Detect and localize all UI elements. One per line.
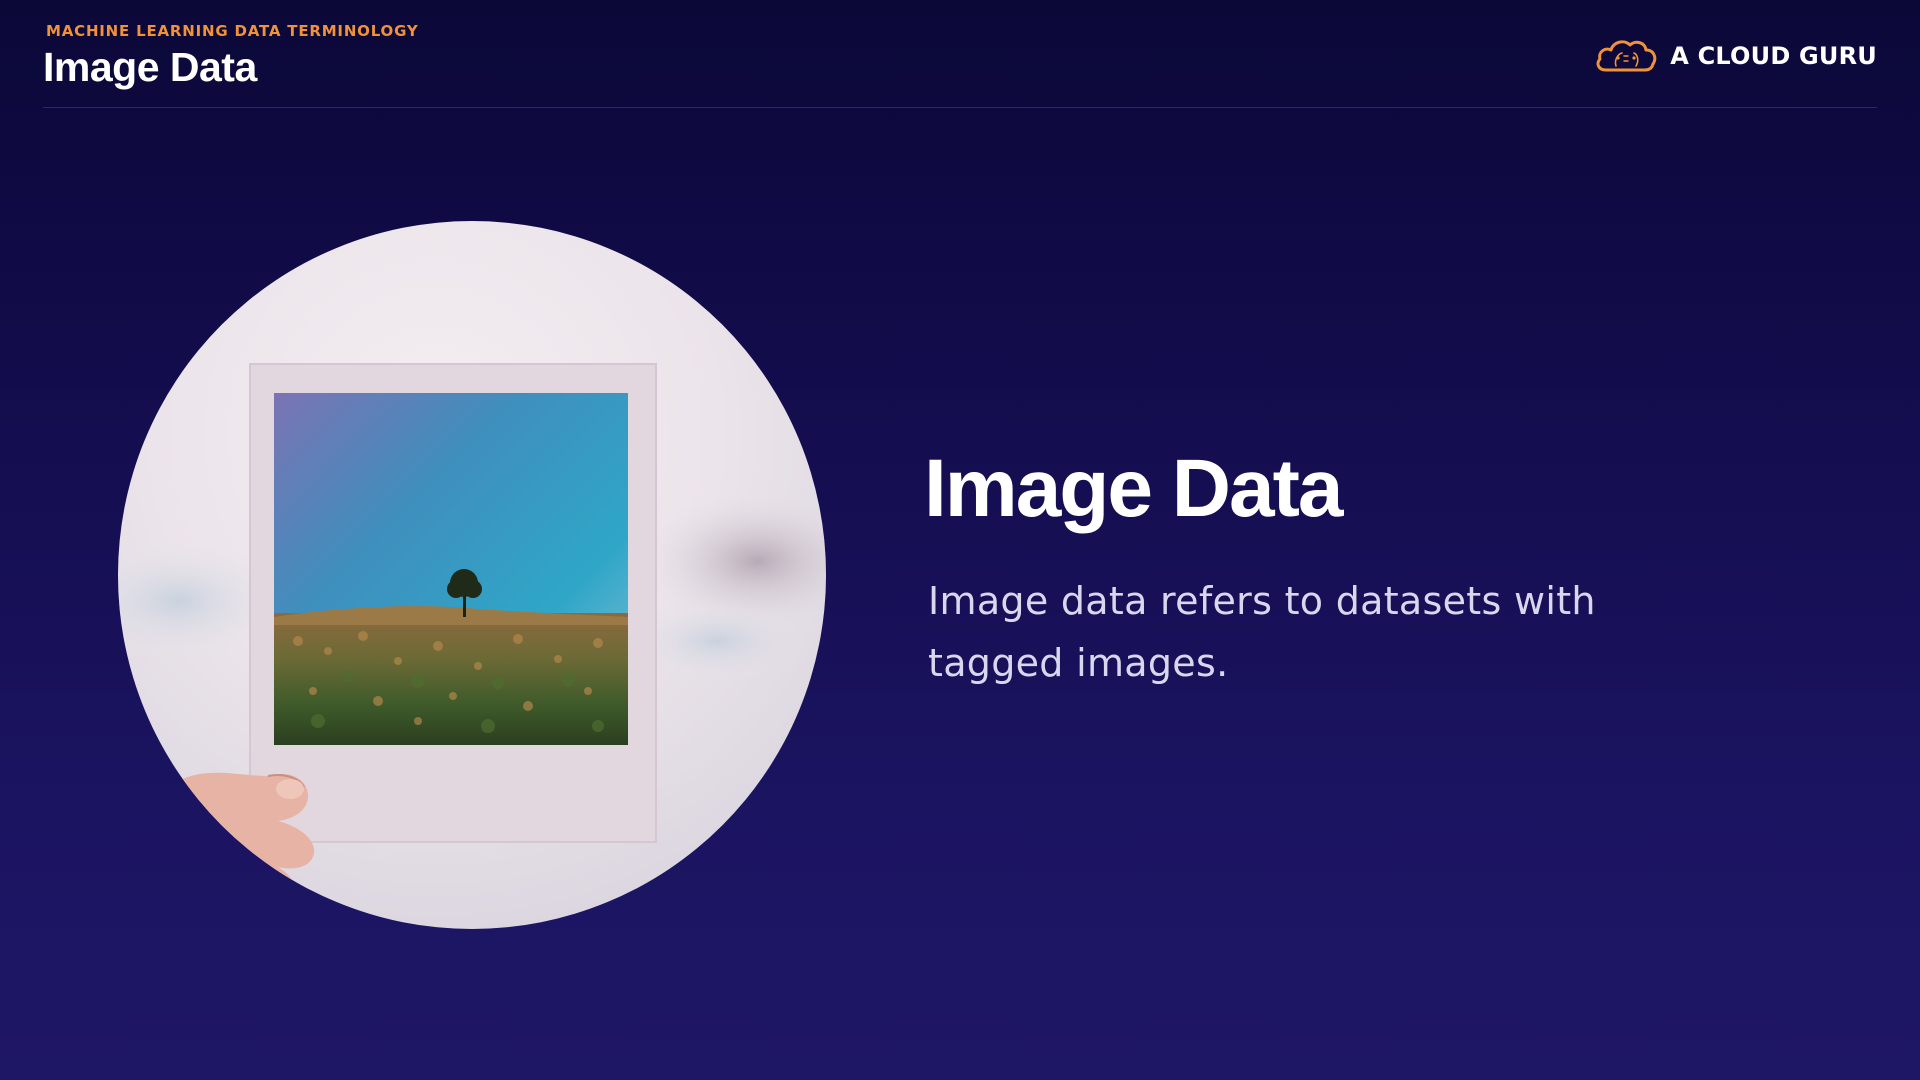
slide-title: Image Data (924, 443, 1344, 534)
header-divider (43, 107, 1877, 108)
slide-header: MACHINE LEARNING DATA TERMINOLOGY Image … (43, 20, 1877, 108)
brand-logo: A CLOUD GURU (1594, 34, 1877, 78)
section-eyebrow: MACHINE LEARNING DATA TERMINOLOGY (46, 22, 419, 40)
brand-name: A CLOUD GURU (1670, 42, 1877, 70)
landscape-photo (274, 393, 628, 745)
polaroid-photo (118, 221, 826, 929)
slide-description: Image data refers to datasets with tagge… (928, 579, 1596, 685)
cloud-icon (1596, 40, 1657, 72)
header-title: Image Data (43, 44, 257, 90)
polaroid-illustration (118, 363, 826, 916)
hand-holding-photo (158, 772, 315, 916)
